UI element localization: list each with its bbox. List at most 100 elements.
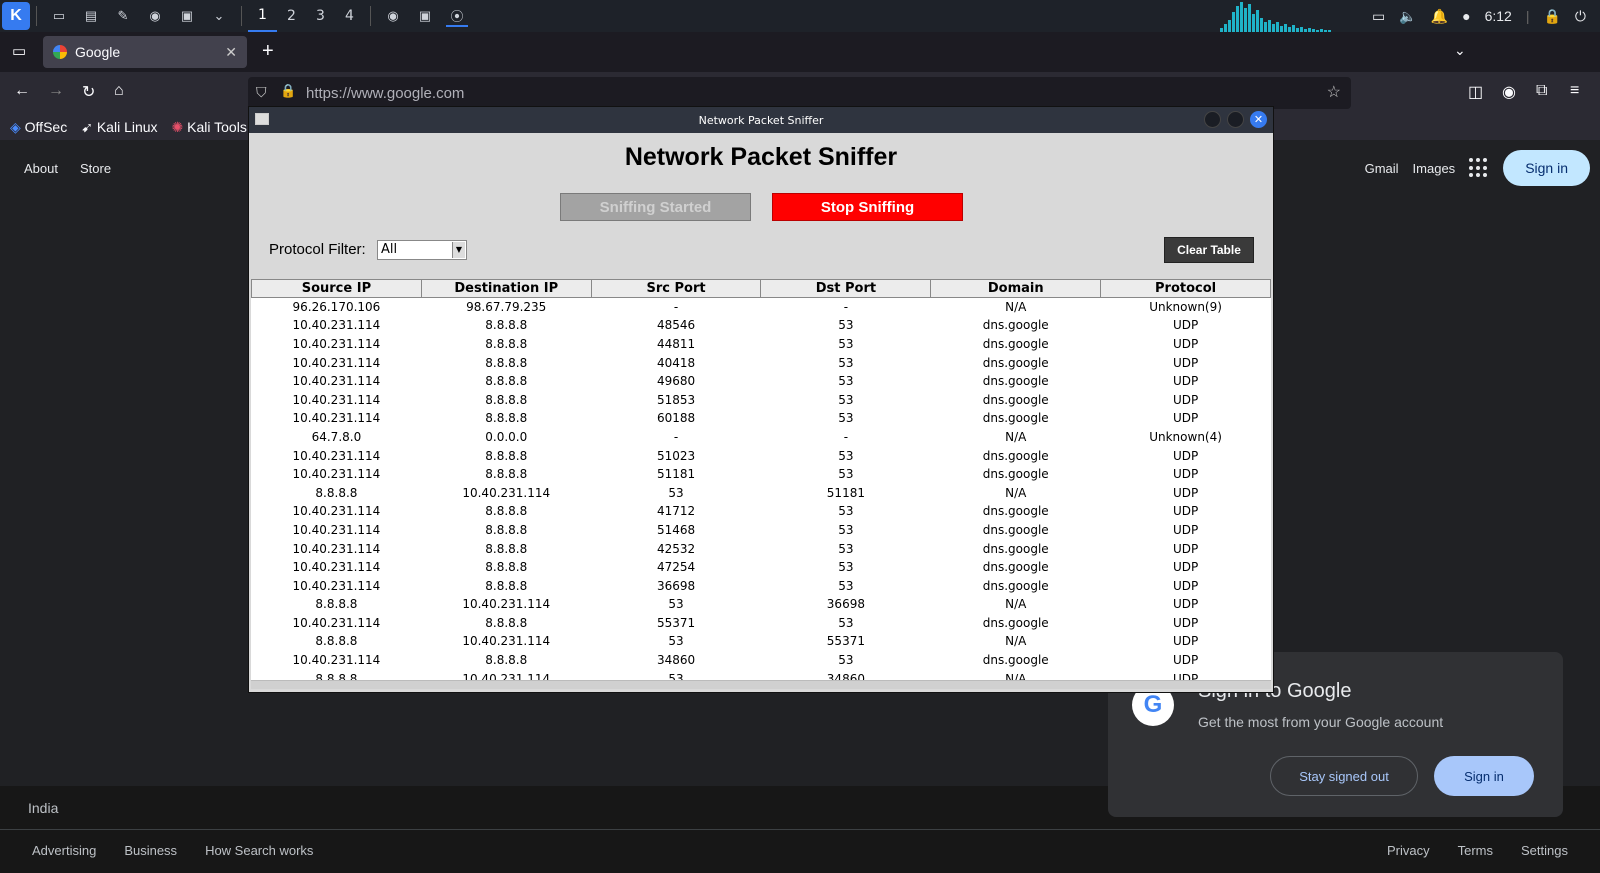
bookmark-offsec[interactable]: ◈ OffSec <box>10 119 67 136</box>
table-row[interactable]: 10.40.231.114 8.8.8.8 55371 53 dns.google UDP <box>252 614 1271 633</box>
protocol-filter-select[interactable]: All ▼ <box>377 240 467 260</box>
lock-icon[interactable]: 🔒 <box>280 83 296 99</box>
table-cell: UDP <box>1172 522 1199 537</box>
shield-icon[interactable]: ⛉ <box>256 84 267 101</box>
table-row[interactable]: 10.40.231.114 8.8.8.8 34860 53 dns.google UDP <box>252 651 1271 670</box>
gmail-link[interactable]: Gmail <box>1365 161 1399 176</box>
popup-sign-in-button[interactable]: Sign in <box>1434 756 1534 796</box>
table-row[interactable]: 10.40.231.114 8.8.8.8 51468 53 dns.google UDP <box>252 521 1271 540</box>
google-apps-icon[interactable] <box>1469 158 1489 178</box>
clear-table-button[interactable]: Clear Table <box>1164 237 1254 263</box>
new-tab-icon[interactable]: + <box>262 40 274 63</box>
minimize-icon[interactable] <box>1204 111 1221 128</box>
table-row[interactable]: 8.8.8.8 10.40.231.114 53 55371 N/A UDP <box>252 632 1271 651</box>
column-header[interactable]: Dst Port <box>760 279 932 298</box>
table-row[interactable]: 10.40.231.114 8.8.8.8 60188 53 dns.google UDP <box>252 409 1271 428</box>
close-icon[interactable]: ✕ <box>1250 111 1267 128</box>
reload-icon[interactable]: ↻ <box>82 82 95 102</box>
back-arrow-icon[interactable]: ← <box>14 82 30 100</box>
firefox-launcher-icon[interactable]: ◉ <box>144 5 166 27</box>
table-cell: UDP <box>1172 541 1199 556</box>
settings-link[interactable]: Settings <box>1521 843 1568 858</box>
volume-icon[interactable]: 🔈 <box>1399 8 1416 25</box>
terminal-window-icon[interactable]: ▣ <box>414 5 436 27</box>
extensions-icon[interactable]: ⧉ <box>1536 82 1547 100</box>
text-editor-icon[interactable]: ✎ <box>112 5 134 27</box>
column-header[interactable]: Src Port <box>590 279 762 298</box>
display-icon[interactable]: ▭ <box>1372 8 1385 25</box>
workspace-4[interactable]: 4 <box>335 0 364 32</box>
bookmark-star-icon[interactable]: ☆ <box>1327 82 1341 102</box>
table-row[interactable]: 10.40.231.114 8.8.8.8 51023 53 dns.google UDP <box>252 446 1271 465</box>
table-cell: N/A <box>1005 429 1027 444</box>
sniffer-window-icon[interactable]: ⦿ <box>446 5 468 27</box>
notification-bell-icon[interactable]: 🔔 <box>1431 8 1448 25</box>
table-row[interactable]: 10.40.231.114 8.8.8.8 48546 53 dns.google UDP <box>252 316 1271 335</box>
advertising-link[interactable]: Advertising <box>32 843 96 858</box>
table-row[interactable]: 10.40.231.114 8.8.8.8 36698 53 dns.google UDP <box>252 576 1271 595</box>
business-link[interactable]: Business <box>124 843 177 858</box>
chevron-down-icon[interactable]: ▼ <box>452 242 465 258</box>
terminal-launcher-icon[interactable]: ▣ <box>176 5 198 27</box>
table-row[interactable]: 10.40.231.114 8.8.8.8 49680 53 dns.google UDP <box>252 372 1271 391</box>
account-icon[interactable]: ◉ <box>1502 82 1516 102</box>
bookmark-kali-linux[interactable]: ➹ Kali Linux <box>81 119 157 136</box>
google-sign-in-button[interactable]: Sign in <box>1503 150 1590 186</box>
how-search-works-link[interactable]: How Search works <box>205 843 313 858</box>
table-row[interactable]: 10.40.231.114 8.8.8.8 44811 53 dns.google UDP <box>252 335 1271 354</box>
column-header[interactable]: Protocol <box>1100 279 1271 298</box>
window-titlebar[interactable]: Network Packet Sniffer ✕ <box>249 107 1273 133</box>
lock-icon[interactable]: 🔒 <box>1543 8 1560 25</box>
table-row[interactable]: 8.8.8.8 10.40.231.114 53 51181 N/A UDP <box>252 483 1271 502</box>
horizontal-scrollbar[interactable] <box>251 680 1271 689</box>
store-link[interactable]: Store <box>80 161 111 176</box>
stay-signed-out-button[interactable]: Stay signed out <box>1270 756 1418 796</box>
table-row[interactable]: 64.7.8.0 0.0.0.0 - - N/A Unknown(4) <box>252 428 1271 447</box>
bookmark-kali-tools[interactable]: ✺ Kali Tools <box>172 119 247 136</box>
table-row[interactable]: 10.40.231.114 8.8.8.8 40418 53 dns.google UDP <box>252 353 1271 372</box>
table-row[interactable]: 8.8.8.8 10.40.231.114 53 36698 N/A UDP <box>252 595 1271 614</box>
table-row[interactable]: 96.26.170.106 98.67.79.235 - - N/A Unknown(9) <box>252 298 1271 317</box>
table-cell: 53 <box>838 336 854 351</box>
terms-link[interactable]: Terms <box>1458 843 1493 858</box>
home-icon[interactable]: ⌂ <box>114 82 124 100</box>
power-icon[interactable]: ⏻ <box>1575 8 1586 25</box>
workspace-1[interactable]: 1 <box>248 0 277 32</box>
close-tab-icon[interactable]: ✕ <box>225 44 237 61</box>
images-link[interactable]: Images <box>1413 161 1456 176</box>
column-header[interactable]: Domain <box>930 279 1102 298</box>
table-cell: dns.google <box>982 392 1049 407</box>
menu-icon[interactable]: ≡ <box>1570 82 1579 100</box>
table-row[interactable]: 10.40.231.114 8.8.8.8 41712 53 dns.google UDP <box>252 502 1271 521</box>
tab-overview-icon[interactable]: ▭ <box>12 42 26 60</box>
about-link[interactable]: About <box>24 161 58 176</box>
table-cell: dns.google <box>982 374 1049 389</box>
url-bar[interactable]: ⛉ 🔒 https://www.google.com ☆ <box>248 77 1351 109</box>
workspace-2[interactable]: 2 <box>277 0 306 32</box>
power-manager-icon[interactable]: ● <box>1462 8 1470 24</box>
list-all-tabs-icon[interactable]: ⌄ <box>1454 42 1466 59</box>
kali-menu-icon[interactable]: K <box>2 2 30 30</box>
tab-google[interactable]: Google ✕ <box>43 36 247 68</box>
desktop-icon[interactable]: ▭ <box>48 5 70 27</box>
clock[interactable]: 6:12 <box>1485 8 1512 24</box>
packet-table-container[interactable]: Source IP Destination IP Src Port Dst Port D… <box>251 279 1271 689</box>
table-row[interactable]: 10.40.231.114 8.8.8.8 42532 53 dns.google UDP <box>252 539 1271 558</box>
start-sniffing-button[interactable]: Sniffing Started <box>560 193 751 221</box>
stop-sniffing-button[interactable]: Stop Sniffing <box>772 193 963 221</box>
table-row[interactable]: 10.40.231.114 8.8.8.8 51181 53 dns.google UDP <box>252 465 1271 484</box>
table-cell: 53 <box>838 522 854 537</box>
privacy-link[interactable]: Privacy <box>1387 843 1430 858</box>
column-header[interactable]: Destination IP <box>420 279 592 298</box>
window-menu-icon[interactable] <box>255 113 269 125</box>
firefox-window-icon[interactable]: ◉ <box>382 5 404 27</box>
forward-arrow-icon[interactable]: → <box>48 82 64 100</box>
workspace-3[interactable]: 3 <box>306 0 335 32</box>
table-row[interactable]: 10.40.231.114 8.8.8.8 51853 53 dns.google UDP <box>252 390 1271 409</box>
file-manager-icon[interactable]: ▤ <box>80 5 102 27</box>
pocket-icon[interactable]: ◫ <box>1468 82 1483 102</box>
maximize-icon[interactable] <box>1227 111 1244 128</box>
chevron-down-icon[interactable]: ⌄ <box>208 5 230 27</box>
column-header[interactable]: Source IP <box>251 279 422 298</box>
table-row[interactable]: 10.40.231.114 8.8.8.8 47254 53 dns.google UDP <box>252 558 1271 577</box>
